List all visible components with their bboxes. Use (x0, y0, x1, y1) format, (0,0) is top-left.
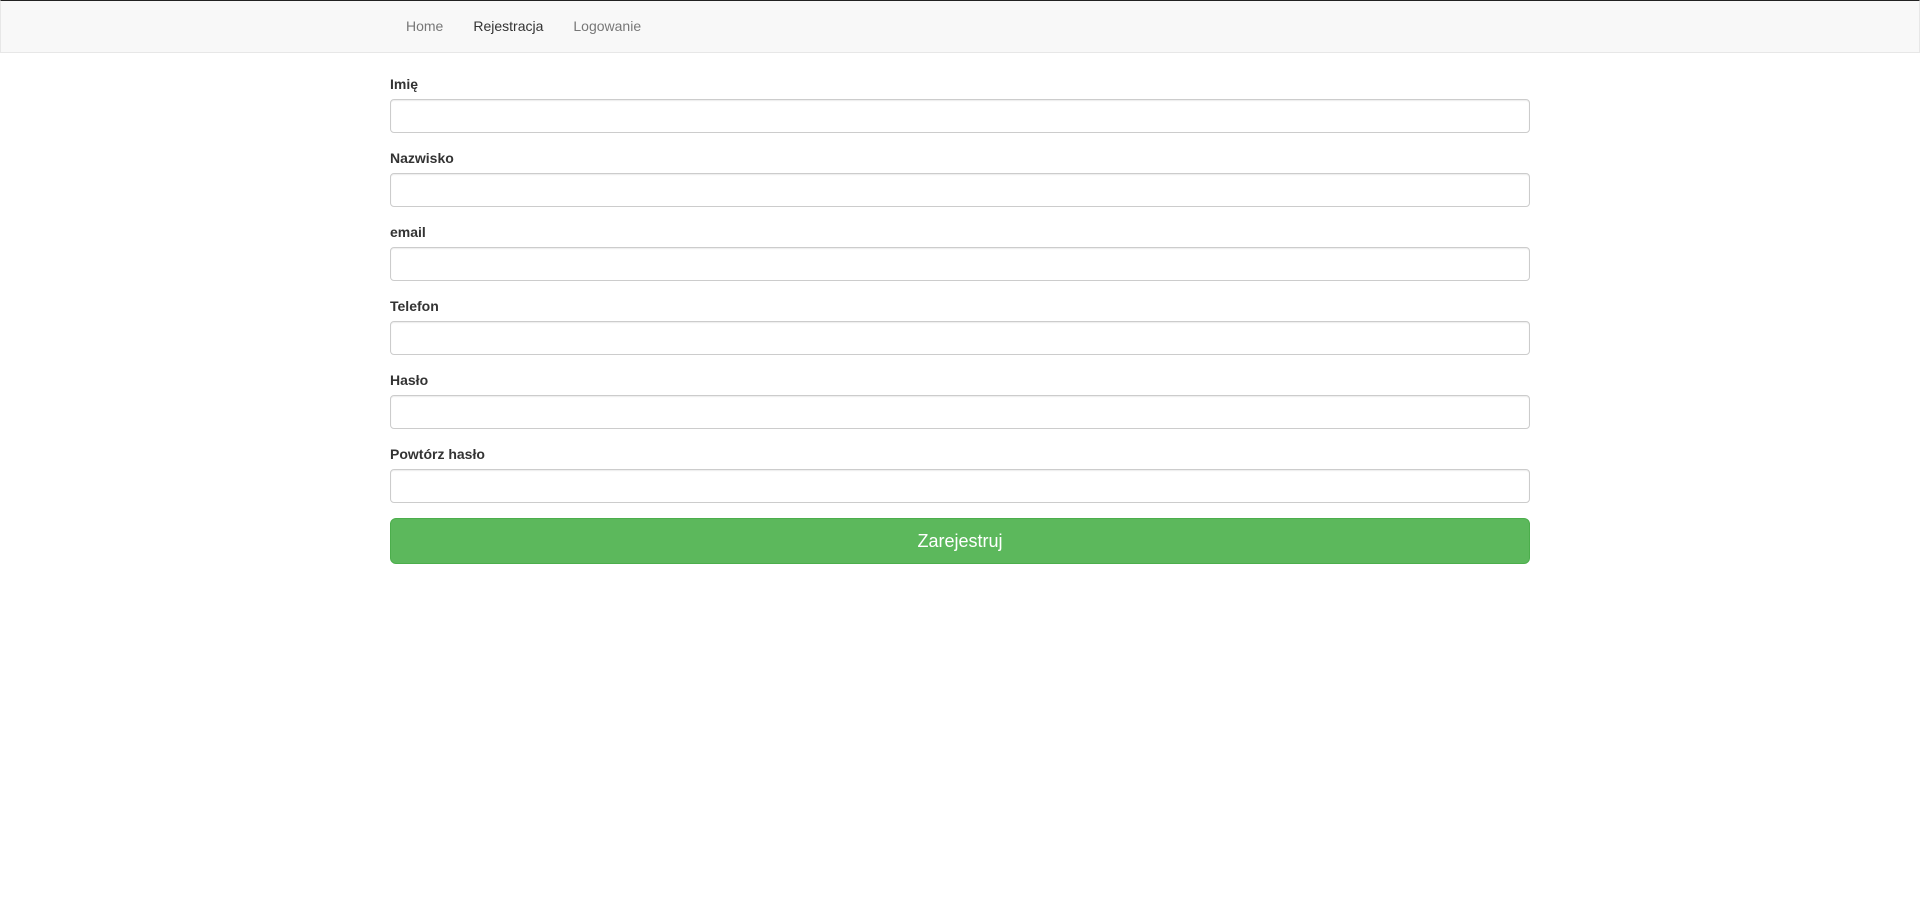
navbar: Home Rejestracja Logowanie (0, 0, 1920, 53)
email-label: email (390, 224, 426, 240)
phone-group: Telefon (390, 296, 1530, 355)
password-group: Hasło (390, 370, 1530, 429)
repeat-password-label: Powtórz hasło (390, 446, 485, 462)
first-name-group: Imię (390, 53, 1530, 133)
nav-item-rejestracja[interactable]: Rejestracja (458, 1, 558, 52)
repeat-password-group: Powtórz hasło (390, 444, 1530, 503)
phone-input[interactable] (390, 321, 1530, 355)
repeat-password-input[interactable] (390, 469, 1530, 503)
registration-form: Imię Nazwisko email Telefon Hasło Powtór… (390, 53, 1530, 564)
email-input[interactable] (390, 247, 1530, 281)
phone-label: Telefon (390, 298, 439, 314)
password-input[interactable] (390, 395, 1530, 429)
nav-menu: Home Rejestracja Logowanie (391, 1, 656, 52)
password-label: Hasło (390, 372, 429, 388)
first-name-label: Imię (390, 76, 419, 92)
nav-item-home[interactable]: Home (391, 1, 458, 52)
last-name-label: Nazwisko (390, 150, 454, 166)
first-name-input[interactable] (390, 99, 1530, 133)
last-name-input[interactable] (390, 173, 1530, 207)
nav-item-logowanie[interactable]: Logowanie (558, 1, 656, 52)
last-name-group: Nazwisko (390, 148, 1530, 207)
register-button[interactable]: Zarejestruj (390, 518, 1530, 564)
email-group: email (390, 222, 1530, 281)
